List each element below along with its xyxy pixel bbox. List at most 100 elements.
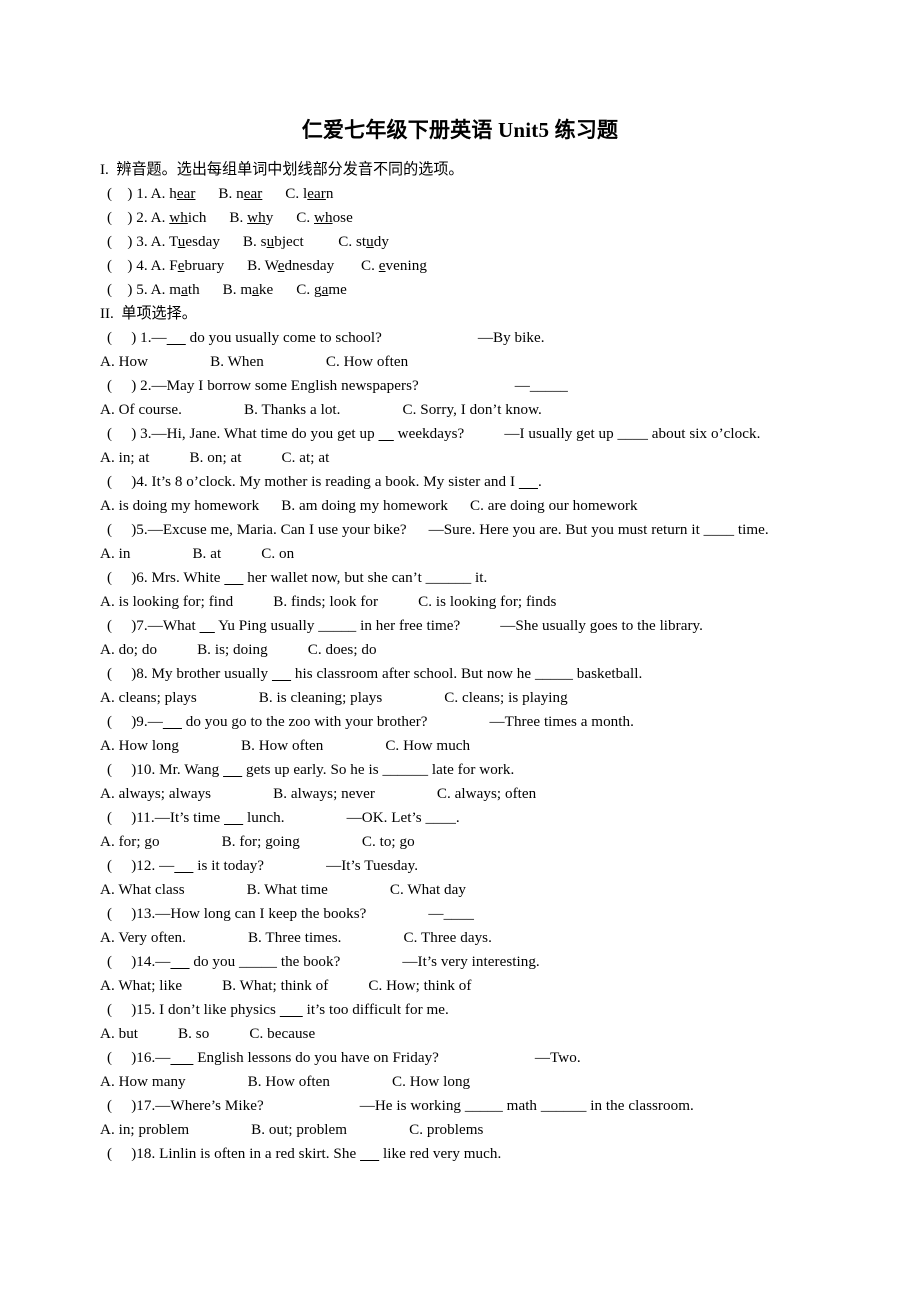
answer-option[interactable]: C. How; think of <box>368 978 471 994</box>
answer-blank[interactable] <box>379 426 394 442</box>
answer-option[interactable]: A. What class <box>100 882 185 898</box>
answer-option[interactable]: A. is looking for; find <box>100 594 233 610</box>
word-text: ose <box>332 210 353 227</box>
answer-option[interactable]: B. What; think of <box>222 978 328 994</box>
answer-blank[interactable] <box>170 954 189 970</box>
answer-option[interactable]: B. on; at <box>190 450 242 466</box>
question-stem[interactable]: ( ) 3.—Hi, Jane. What time do you get up… <box>100 422 880 446</box>
answer-blank[interactable] <box>280 1002 303 1018</box>
answer-blank[interactable] <box>224 810 243 826</box>
question-stem[interactable]: ( )14.— do you _____ the book? —It’s very… <box>100 950 880 974</box>
phonetics-item[interactable]: ( ) 5. A. math B. make C. game <box>100 278 880 302</box>
question-stem[interactable]: ( )7.—What Yu Ping usually _____ in her … <box>100 614 880 638</box>
question-stem[interactable]: ( )9.— do you go to the zoo with your br… <box>100 710 880 734</box>
answer-blank[interactable] <box>163 714 182 730</box>
question-stem[interactable]: ( ) 1.— do you usually come to school? —B… <box>100 326 880 350</box>
question-stem[interactable]: ( ) 2.—May I borrow some English newspap… <box>100 374 880 398</box>
section-2-heading: II. 单项选择。 <box>100 306 197 323</box>
answer-option[interactable]: B. is; doing <box>197 642 268 658</box>
dialogue-reply: —Sure. Here you are. But you must return… <box>428 522 769 539</box>
phonetics-item[interactable]: ( ) 2. A. which B. why C. whose <box>100 206 880 230</box>
question-stem[interactable]: ( )10. Mr. Wang gets up early. So he is … <box>100 758 880 782</box>
word-text: ( ) 3. A. T <box>107 234 178 251</box>
answer-blank[interactable] <box>224 570 243 586</box>
answer-option[interactable]: A. is doing my homework <box>100 498 259 514</box>
answer-option[interactable]: A. How many <box>100 1074 186 1090</box>
question-stem[interactable]: ( )4. It’s 8 o’clock. My mother is readi… <box>100 470 880 494</box>
question-stem[interactable]: ( )15. I don’t like physics it’s too dif… <box>100 998 880 1022</box>
answer-option[interactable]: C. What day <box>390 882 466 898</box>
answer-option[interactable]: B. What time <box>247 882 328 898</box>
answer-blank[interactable] <box>272 666 291 682</box>
answer-option[interactable]: C. Sorry, I don’t know. <box>403 402 542 418</box>
answer-option[interactable]: C. is looking for; finds <box>418 594 556 610</box>
answer-blank[interactable] <box>170 1050 193 1066</box>
answer-option[interactable]: B. always; never <box>273 786 375 802</box>
question-stem[interactable]: ( )18. Linlin is often in a red skirt. S… <box>100 1142 880 1166</box>
answer-option[interactable]: A. What; like <box>100 978 182 994</box>
phonetics-item[interactable]: ( ) 4. A. February B. Wednesday C. eveni… <box>100 254 880 278</box>
answer-option[interactable]: A. always; always <box>100 786 211 802</box>
answer-option[interactable]: B. Thanks a lot. <box>244 402 341 418</box>
question-stem[interactable]: ( )12. — is it today? —It’s Tuesday. <box>100 854 880 878</box>
answer-option[interactable]: C. to; go <box>362 834 415 850</box>
answer-blank[interactable] <box>174 858 193 874</box>
answer-option[interactable]: B. finds; look for <box>273 594 378 610</box>
question-stem[interactable]: ( )5.—Excuse me, Maria. Can I use your b… <box>100 518 880 542</box>
answer-option[interactable]: A. do; do <box>100 642 157 658</box>
answer-blank[interactable] <box>223 762 242 778</box>
answer-blank[interactable] <box>360 1146 379 1162</box>
question-stem[interactable]: ( )8. My brother usually his classroom a… <box>100 662 880 686</box>
answer-option[interactable]: B. at <box>192 546 221 562</box>
question-text: ( )15. I don’t like physics <box>107 1002 280 1019</box>
answer-option[interactable]: A. in; at <box>100 450 150 466</box>
word-text: ich B. <box>187 210 248 227</box>
answer-option[interactable]: B. Three times. <box>248 930 342 946</box>
underlined-phoneme: a <box>181 282 188 299</box>
underlined-phoneme: a <box>252 282 259 299</box>
answer-option[interactable]: C. does; do <box>308 642 377 658</box>
answer-option[interactable]: A. Very often. <box>100 930 186 946</box>
question-stem[interactable]: ( )6. Mrs. White her wallet now, but she… <box>100 566 880 590</box>
answer-option[interactable]: A. Of course. <box>100 402 182 418</box>
answer-option[interactable]: A. cleans; plays <box>100 690 197 706</box>
answer-option[interactable]: C. always; often <box>437 786 536 802</box>
answer-option[interactable]: C. How long <box>392 1074 470 1090</box>
answer-option[interactable]: A. How long <box>100 738 179 754</box>
answer-option[interactable]: A. but <box>100 1026 138 1042</box>
answer-option[interactable]: B. so <box>178 1026 209 1042</box>
answer-blank[interactable] <box>519 474 538 490</box>
answer-option[interactable]: B. How often <box>241 738 323 754</box>
answer-option[interactable]: C. because <box>249 1026 315 1042</box>
phonetics-item[interactable]: ( ) 1. A. hear B. near C. learn <box>100 182 880 206</box>
question-stem[interactable]: ( )13.—How long can I keep the books? —__… <box>100 902 880 926</box>
question-text: ( )18. Linlin is often in a red skirt. S… <box>107 1146 361 1163</box>
answer-option[interactable]: C. Three days. <box>403 930 491 946</box>
answer-option[interactable]: A. How <box>100 354 148 370</box>
answer-option[interactable]: A. for; go <box>100 834 160 850</box>
answer-option[interactable]: C. How often <box>326 354 408 370</box>
answer-option[interactable]: A. in <box>100 546 130 562</box>
question-stem[interactable]: ( )16.— English lessons do you have on F… <box>100 1046 880 1070</box>
answer-option[interactable]: B. How often <box>248 1074 330 1090</box>
answer-option[interactable]: C. cleans; is playing <box>444 690 567 706</box>
dialogue-reply: —I usually get up ____ about six o’clock… <box>504 426 761 443</box>
answer-option[interactable]: C. are doing our homework <box>470 498 638 514</box>
answer-option[interactable]: C. problems <box>409 1122 483 1138</box>
answer-option[interactable]: B. for; going <box>222 834 300 850</box>
question-stem[interactable]: ( )11.—It’s time lunch. —OK. Let’s ____. <box>100 806 880 830</box>
answer-option[interactable]: C. How much <box>385 738 470 754</box>
answer-option[interactable]: A. in; problem <box>100 1122 189 1138</box>
answer-option[interactable]: B. am doing my homework <box>281 498 448 514</box>
answer-option[interactable]: B. out; problem <box>251 1122 347 1138</box>
answer-option[interactable]: B. When <box>210 354 264 370</box>
answer-blank[interactable] <box>200 618 215 634</box>
answer-blank[interactable] <box>167 330 186 346</box>
option-row: A. Of course. B. Thanks a lot. C. Sorry, I… <box>100 398 880 422</box>
answer-option[interactable]: C. at; at <box>282 450 330 466</box>
phonetics-item[interactable]: ( ) 3. A. Tuesday B. subject C. study <box>100 230 880 254</box>
answer-option[interactable]: C. on <box>261 546 294 562</box>
question-stem[interactable]: ( )17.—Where’s Mike? —He is working _____… <box>100 1094 880 1118</box>
section-2-questions: ( ) 1.— do you usually come to school? —B… <box>100 326 880 1166</box>
answer-option[interactable]: B. is cleaning; plays <box>259 690 382 706</box>
